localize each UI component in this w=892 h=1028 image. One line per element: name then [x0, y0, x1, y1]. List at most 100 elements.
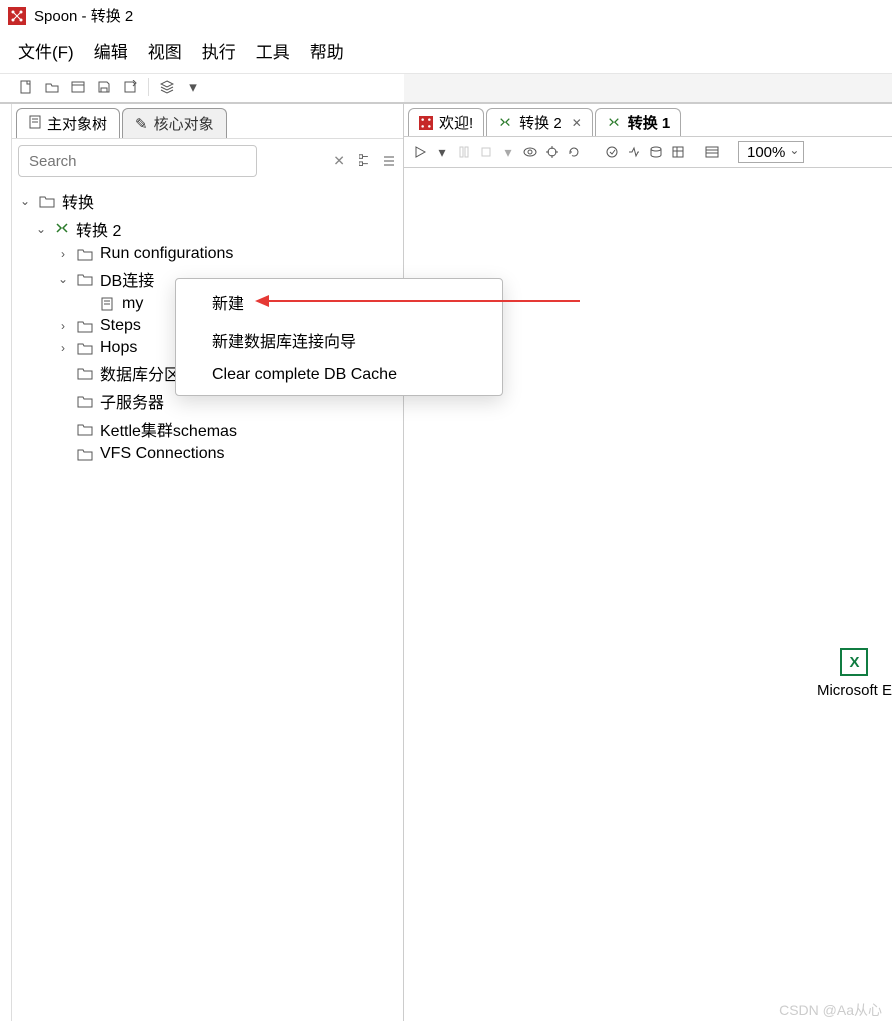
- verify-icon[interactable]: [604, 144, 620, 160]
- tree-vfs[interactable]: VFS Connections: [12, 443, 403, 465]
- tree-label: Run configurations: [100, 245, 233, 263]
- tab-label: 核心对象: [154, 113, 214, 134]
- excel-step[interactable]: X Microsoft E: [817, 648, 892, 699]
- replay-icon[interactable]: [566, 144, 582, 160]
- transformation-icon: [606, 115, 622, 131]
- chevron-down-icon[interactable]: ⌄: [56, 272, 70, 286]
- main-toolbar: ▾: [0, 73, 892, 103]
- stop-icon[interactable]: [478, 144, 494, 160]
- folder-icon: [76, 318, 94, 334]
- dropdown-icon[interactable]: ▾: [500, 144, 516, 160]
- menu-help[interactable]: 帮助: [310, 38, 344, 63]
- zoom-value: 100%: [747, 144, 785, 161]
- context-menu: 新建 新建数据库连接向导 Clear complete DB Cache: [175, 278, 503, 396]
- left-panel: 主对象树 ✎ 核心对象 ✕ ⌄ 转换 ⌄: [12, 104, 404, 1021]
- menu-new-wizard[interactable]: 新建数据库连接向导: [176, 321, 502, 359]
- editor-toolbar: ▾ ▾ 100%: [404, 136, 892, 168]
- explore-db-icon[interactable]: [670, 144, 686, 160]
- tree-label: Kettle集群schemas: [100, 417, 237, 441]
- tree-label: 转换: [62, 189, 94, 213]
- save-icon[interactable]: [96, 79, 112, 95]
- tree-root[interactable]: ⌄ 转换: [12, 187, 403, 215]
- open-icon[interactable]: [44, 79, 60, 95]
- chevron-right-icon[interactable]: ›: [56, 247, 70, 261]
- menu-tools[interactable]: 工具: [256, 38, 290, 63]
- menu-run[interactable]: 执行: [202, 38, 236, 63]
- tab-label: 转换 1: [628, 112, 671, 133]
- window-title: Spoon - 转换 2: [34, 5, 133, 26]
- transformation-icon: [497, 115, 513, 131]
- tree-label: Steps: [100, 317, 141, 335]
- collapse-tree-icon[interactable]: [381, 153, 397, 169]
- app-icon: [419, 116, 433, 130]
- tree-transformation[interactable]: ⌄ 转换 2: [12, 215, 403, 243]
- item-icon: [98, 296, 116, 312]
- menu-new[interactable]: 新建: [176, 283, 502, 321]
- tree-label: DB连接: [100, 267, 154, 291]
- menu-file[interactable]: 文件(F): [18, 38, 74, 63]
- app-icon: [8, 7, 26, 25]
- tab-label: 欢迎!: [439, 112, 473, 133]
- folder-icon: [38, 193, 56, 209]
- folder-icon: [76, 340, 94, 356]
- menu-view[interactable]: 视图: [148, 38, 182, 63]
- dropdown-icon[interactable]: ▾: [434, 144, 450, 160]
- left-tabs: 主对象树 ✎ 核心对象: [12, 104, 403, 138]
- show-results-icon[interactable]: [704, 144, 720, 160]
- sql-icon[interactable]: [648, 144, 664, 160]
- preview-icon[interactable]: [522, 144, 538, 160]
- separator: [148, 78, 149, 96]
- clear-search-icon[interactable]: ✕: [333, 153, 345, 170]
- menu-clear-cache[interactable]: Clear complete DB Cache: [176, 359, 502, 391]
- tab-label: 转换 2: [519, 112, 562, 133]
- editor-tabs: 欢迎! 转换 2 ✕ 转换 1: [404, 104, 892, 136]
- folder-icon: [76, 446, 94, 462]
- tab-label: 主对象树: [47, 113, 107, 134]
- title-bar: Spoon - 转换 2: [0, 0, 892, 32]
- tab-core-objects[interactable]: ✎ 核心对象: [122, 108, 227, 138]
- new-file-icon[interactable]: [18, 79, 34, 95]
- tab-transform-2[interactable]: 转换 2 ✕: [486, 108, 593, 136]
- play-icon[interactable]: [412, 144, 428, 160]
- menu-edit[interactable]: 编辑: [94, 38, 128, 63]
- tree-label: 子服务器: [100, 389, 164, 413]
- pencil-icon: ✎: [135, 115, 148, 133]
- excel-icon: X: [840, 648, 868, 676]
- pause-icon[interactable]: [456, 144, 472, 160]
- expand-tree-icon[interactable]: [359, 153, 375, 169]
- dropdown-icon[interactable]: ▾: [185, 79, 201, 95]
- search-input[interactable]: [18, 145, 257, 177]
- chevron-right-icon[interactable]: ›: [56, 319, 70, 333]
- chevron-right-icon[interactable]: ›: [56, 341, 70, 355]
- tree-label: 转换 2: [76, 217, 121, 241]
- chevron-down-icon[interactable]: ⌄: [34, 222, 48, 236]
- transformation-icon: [54, 221, 70, 237]
- impact-icon[interactable]: [626, 144, 642, 160]
- tree-label: my: [122, 295, 143, 313]
- tree-run-config[interactable]: › Run configurations: [12, 243, 403, 265]
- editor-panel: 欢迎! 转换 2 ✕ 转换 1 ▾ ▾: [404, 104, 892, 1021]
- folder-icon: [76, 365, 94, 381]
- step-label: Microsoft E: [817, 682, 892, 699]
- main-area: 主对象树 ✎ 核心对象 ✕ ⌄ 转换 ⌄: [0, 103, 892, 1021]
- zoom-selector[interactable]: 100%: [738, 141, 804, 163]
- tab-main-tree[interactable]: 主对象树: [16, 108, 120, 138]
- tree-kettle-cluster[interactable]: Kettle集群schemas: [12, 415, 403, 443]
- tab-welcome[interactable]: 欢迎!: [408, 108, 484, 136]
- tree-label: Hops: [100, 339, 137, 357]
- folder-icon: [76, 421, 94, 437]
- layers-icon[interactable]: [159, 79, 175, 95]
- folder-icon: [76, 271, 94, 287]
- tab-transform-1[interactable]: 转换 1: [595, 108, 682, 136]
- tree-label: VFS Connections: [100, 445, 225, 463]
- debug-icon[interactable]: [544, 144, 560, 160]
- folder-icon: [76, 246, 94, 262]
- explore-icon[interactable]: [70, 79, 86, 95]
- side-gutter: [0, 104, 12, 1021]
- search-row: ✕: [12, 138, 403, 183]
- menu-bar: 文件(F) 编辑 视图 执行 工具 帮助: [0, 32, 892, 73]
- chevron-down-icon[interactable]: ⌄: [18, 194, 32, 208]
- close-icon[interactable]: ✕: [572, 116, 582, 130]
- list-icon: [29, 115, 41, 133]
- save-as-icon[interactable]: [122, 79, 138, 95]
